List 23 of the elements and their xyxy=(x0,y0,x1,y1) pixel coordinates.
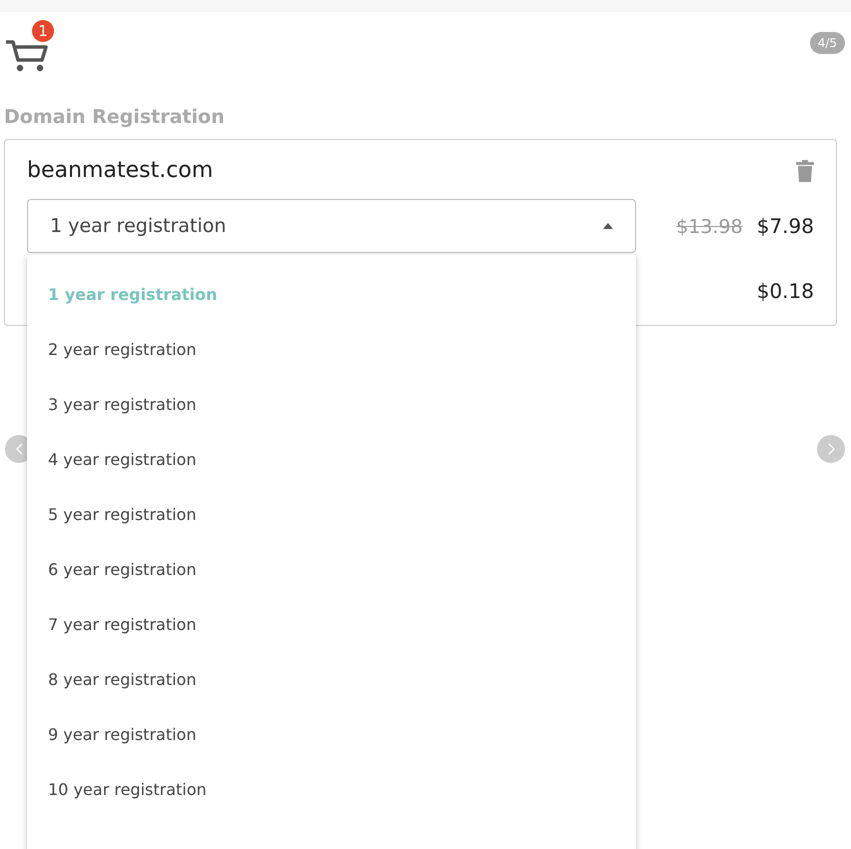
original-price: $13.98 xyxy=(676,216,743,238)
domain-name: beanmatest.com xyxy=(27,158,214,183)
price: $7.98 xyxy=(756,214,814,238)
term-option[interactable]: 2 year registration xyxy=(27,324,636,379)
term-option[interactable]: 7 year registration xyxy=(27,599,636,654)
term-option[interactable]: 6 year registration xyxy=(27,544,636,599)
section-title: Domain Registration xyxy=(3,105,226,130)
term-select[interactable]: 1 year registration xyxy=(27,199,636,253)
term-option[interactable]: 4 year registration xyxy=(27,434,636,489)
slide-counter: 4/5 xyxy=(810,32,845,54)
caret-icon xyxy=(603,223,613,229)
chevron-right-icon xyxy=(828,443,834,455)
cart-count-badge: 1 xyxy=(32,20,54,42)
term-option[interactable]: 3 year registration xyxy=(27,379,636,434)
term-option[interactable]: 5 year registration xyxy=(27,489,636,544)
term-option[interactable]: 10 year registration xyxy=(27,764,636,819)
term-option[interactable]: 9 year registration xyxy=(27,709,636,764)
fee-price: $0.18 xyxy=(756,279,814,303)
next-button[interactable] xyxy=(817,435,845,463)
trash-icon[interactable] xyxy=(796,160,814,182)
chevron-left-icon xyxy=(16,443,22,455)
cart-icon[interactable] xyxy=(4,38,50,72)
term-option[interactable]: 8 year registration xyxy=(27,654,636,709)
